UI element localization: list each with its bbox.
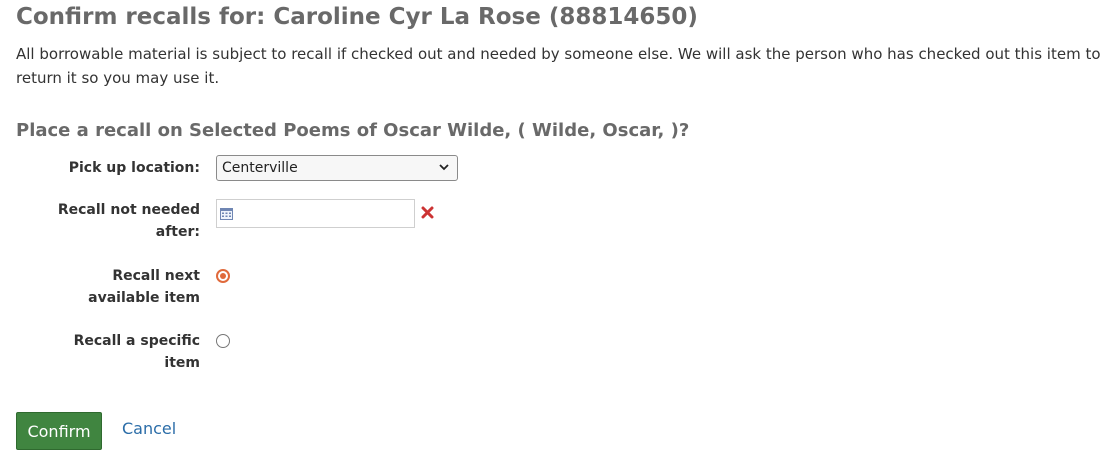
intro-text: All borrowable material is subject to re… <box>16 45 1101 87</box>
next-item-label: Recall next available item <box>88 268 200 306</box>
specific-item-radio[interactable] <box>216 334 230 348</box>
clear-x-icon[interactable] <box>421 206 434 219</box>
next-item-radio[interactable] <box>216 269 230 283</box>
expiration-date-label: Recall not needed after: <box>57 202 200 240</box>
specific-item-label: Recall a specific item <box>73 333 200 371</box>
confirm-button[interactable]: Confirm <box>16 412 102 450</box>
calendar-icon[interactable] <box>220 207 233 220</box>
expiration-date-input[interactable] <box>216 199 415 228</box>
recall-heading: Place a recall on Selected Poems of Osca… <box>16 120 690 141</box>
pickup-location-select[interactable]: Centerville <box>216 155 458 181</box>
page-title: Confirm recalls for: Caroline Cyr La Ros… <box>16 4 698 30</box>
pickup-location-label: Pick up location: <box>68 160 200 176</box>
cancel-link[interactable]: Cancel <box>122 419 176 438</box>
pickup-location-value: Centerville <box>222 160 298 176</box>
chevron-down-icon <box>439 164 449 171</box>
